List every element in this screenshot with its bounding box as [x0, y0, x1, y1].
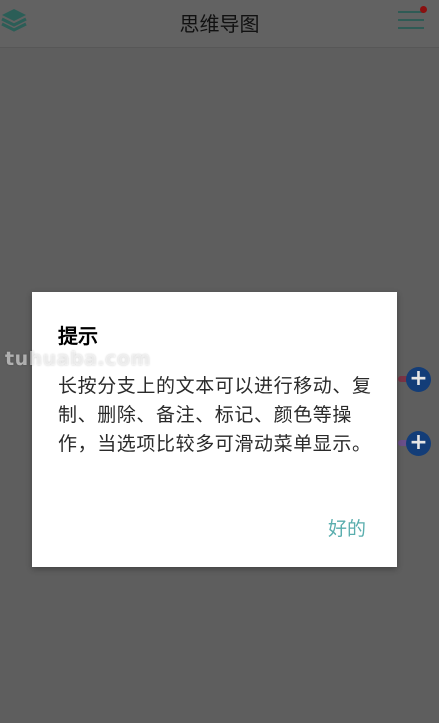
menu-icon[interactable]: [396, 6, 428, 34]
ok-button[interactable]: 好的: [328, 514, 366, 541]
tip-dialog: 提示 长按分支上的文本可以进行移动、复制、删除、备注、标记、颜色等操作，当选项比…: [32, 292, 397, 567]
watermark: tuhuaba.com: [5, 348, 151, 370]
notification-dot: [420, 6, 427, 13]
add-node-icon[interactable]: +: [406, 367, 431, 392]
mind-map-screen: 思维导图 + + 提示 长按分支上的文本可以进行移动、复制、删除、备注、标记、颜…: [0, 0, 439, 723]
page-title: 思维导图: [179, 12, 260, 36]
top-app-bar: 思维导图: [0, 0, 439, 48]
dialog-title: 提示: [58, 324, 98, 348]
dialog-message: 长按分支上的文本可以进行移动、复制、删除、备注、标记、颜色等操作，当选项比较多可…: [58, 375, 372, 455]
add-node-icon[interactable]: +: [406, 431, 431, 456]
